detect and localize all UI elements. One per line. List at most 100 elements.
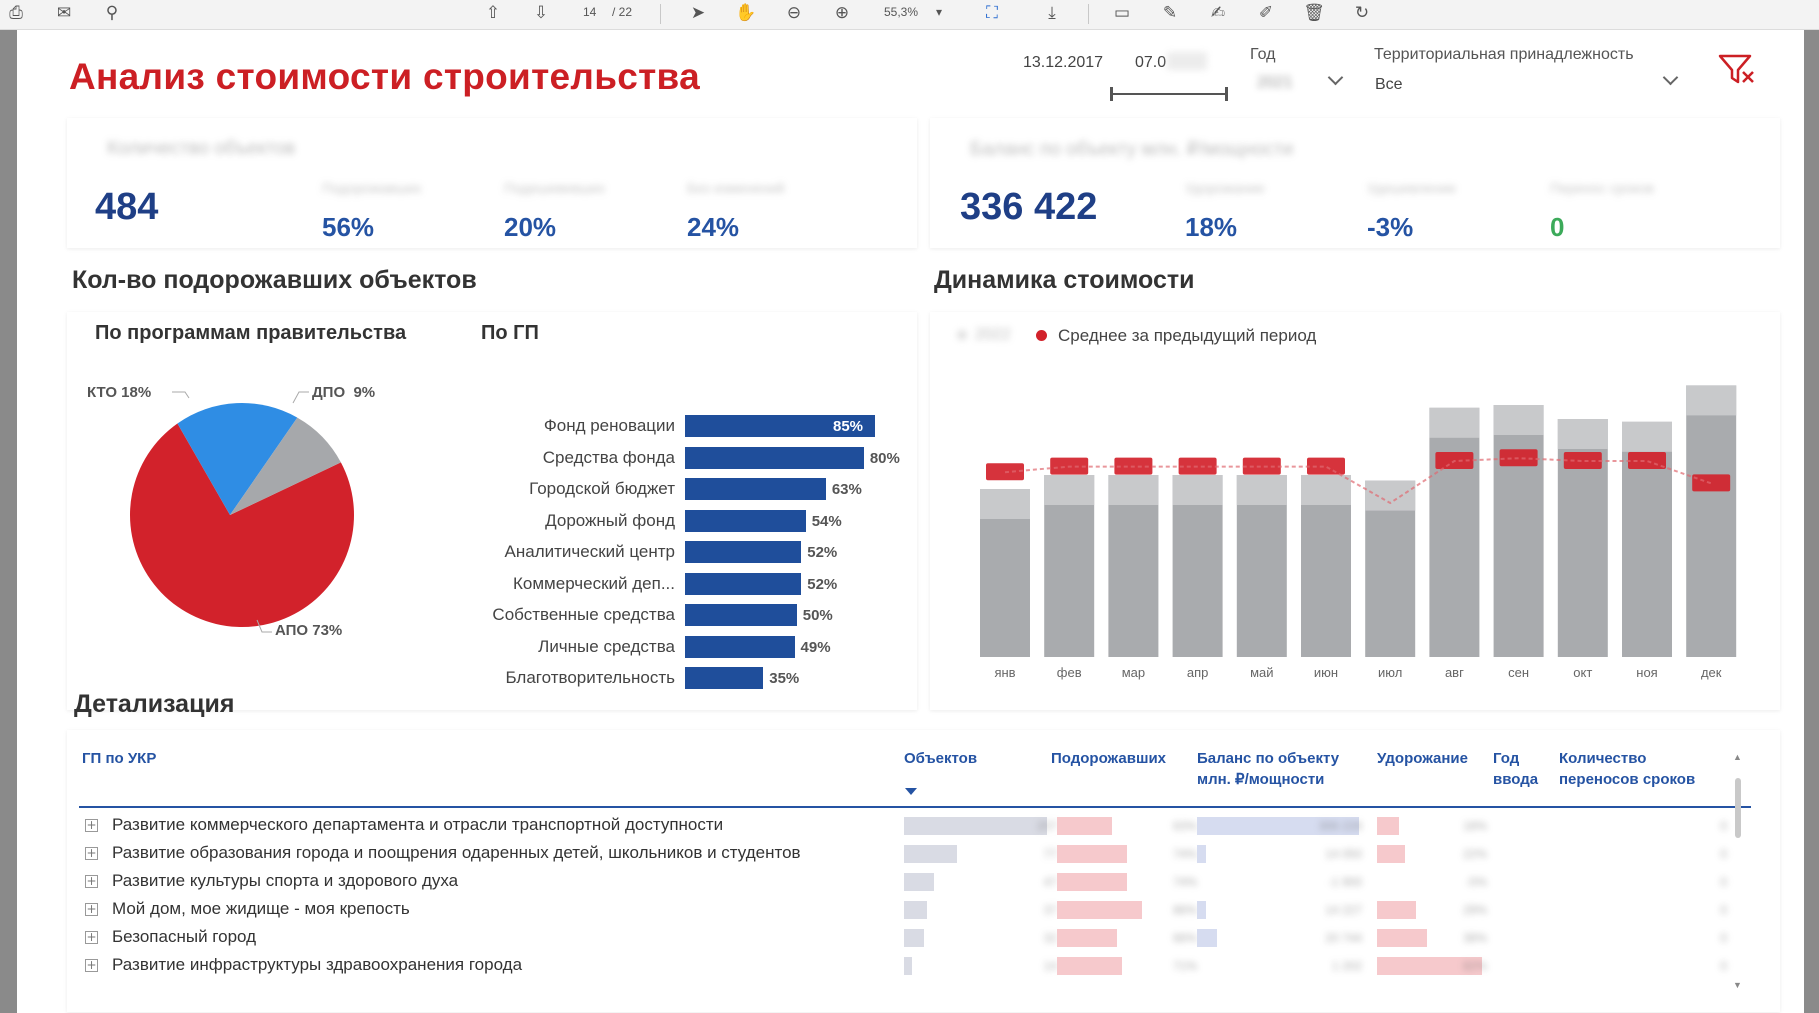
month-bar[interactable] xyxy=(1493,405,1544,657)
edit-icon[interactable]: ✐ xyxy=(1254,2,1278,24)
fit-icon[interactable]: ⛶ xyxy=(980,2,1004,24)
bar[interactable] xyxy=(685,478,826,500)
zoom-dropdown-icon[interactable]: ▾ xyxy=(936,5,942,19)
scroll-down-icon[interactable]: ▼ xyxy=(1733,980,1742,990)
table-row-label[interactable]: Развитие инфраструктуры здравоохранения … xyxy=(112,955,522,975)
month-bar-cap xyxy=(1557,419,1608,449)
col-header-increase[interactable]: Удорожание xyxy=(1377,748,1468,769)
expand-row-icon[interactable]: + xyxy=(85,875,98,888)
rising-databar xyxy=(1057,929,1117,947)
table-row-label[interactable]: Развитие образования города и поощрения … xyxy=(112,843,801,863)
date-slider-handle-left[interactable] xyxy=(1110,87,1113,101)
expand-row-icon[interactable]: + xyxy=(85,931,98,944)
date-slider-handle-right[interactable] xyxy=(1225,87,1228,101)
month-bar-cap xyxy=(1108,475,1159,505)
search-icon[interactable]: ⚲ xyxy=(100,2,124,24)
x-tick-label: июл xyxy=(1378,665,1402,680)
increase-value: 38% xyxy=(1462,931,1487,945)
expand-row-icon[interactable]: + xyxy=(85,819,98,832)
mail-icon[interactable]: ✉ xyxy=(52,2,76,24)
rising-databar xyxy=(1057,957,1122,975)
objects-databar xyxy=(904,957,912,975)
table-row-label[interactable]: Развитие коммерческого департамента и от… xyxy=(112,815,723,835)
bar-value-label: 85% xyxy=(833,418,864,435)
viewer-scrollbar[interactable] xyxy=(1804,30,1819,1013)
bar-category-label: Городской бюджет xyxy=(529,479,675,498)
col-header-objects[interactable]: Объектов xyxy=(904,748,977,769)
x-tick-label: май xyxy=(1250,665,1273,680)
trash-icon[interactable]: 🗑 xyxy=(1302,2,1326,24)
rotate-icon[interactable]: ↻ xyxy=(1350,2,1374,24)
month-bar-cap xyxy=(1044,475,1095,505)
x-tick-label: окт xyxy=(1573,665,1592,680)
col-header-gp[interactable]: ГП по УКР xyxy=(82,748,156,769)
x-tick-label: мар xyxy=(1122,665,1145,680)
table-row-label[interactable]: Мой дом, мое жидище - моя крепость xyxy=(112,899,410,919)
month-bar-cap xyxy=(1301,475,1351,505)
col-header-year[interactable]: Год ввода xyxy=(1493,748,1551,790)
table-row-label[interactable]: Безопасный город xyxy=(112,927,256,947)
hand-icon[interactable]: ✋ xyxy=(734,2,758,24)
rising-value: 86% xyxy=(1172,903,1197,917)
x-tick-label: ноя xyxy=(1636,665,1657,680)
balance-value: -1 900 xyxy=(1327,875,1362,889)
date-range-slider[interactable] xyxy=(1111,93,1227,95)
col-header-balance[interactable]: Баланс по объекту млн. ₽/мощности xyxy=(1197,748,1367,790)
table-row-label[interactable]: Развитие культуры спорта и здорового дух… xyxy=(112,871,458,891)
page-current[interactable]: 14 xyxy=(583,5,596,19)
col-header-transfers[interactable]: Количество переносов сроков xyxy=(1559,748,1729,790)
rising-databar xyxy=(1057,901,1142,919)
objects-value: 77 xyxy=(1043,847,1057,861)
col-header-rising[interactable]: Подорожавших xyxy=(1051,748,1166,769)
month-bar[interactable] xyxy=(1429,407,1480,657)
scroll-up-icon[interactable]: ▲ xyxy=(1733,752,1742,762)
territory-label: Территориальная принадлежность xyxy=(1374,46,1634,63)
date-to[interactable]: 07.0 xyxy=(1135,54,1166,72)
bar[interactable] xyxy=(685,604,797,626)
month-bar[interactable] xyxy=(1686,385,1737,657)
x-tick-label: апр xyxy=(1187,665,1209,680)
toolbar-divider xyxy=(660,4,661,24)
sort-desc-icon[interactable] xyxy=(905,788,917,795)
month-bar-cap xyxy=(1236,475,1287,505)
bar[interactable] xyxy=(685,667,764,689)
zoom-in-icon[interactable]: ⊕ xyxy=(830,2,854,24)
pen-icon[interactable]: ✎ xyxy=(1158,2,1182,24)
bar[interactable] xyxy=(685,635,795,658)
territory-value[interactable]: Все xyxy=(1375,76,1403,94)
table-scrollbar[interactable] xyxy=(1735,778,1741,838)
rising-value: 74% xyxy=(1172,847,1197,861)
expand-row-icon[interactable]: + xyxy=(85,847,98,860)
cost-dynamics-chart[interactable]: янв фев мар апр май июн июл авг сен окт ноя дек xyxy=(930,312,1780,710)
rising-value: 71% xyxy=(1172,959,1197,973)
print-icon[interactable]: ⎙ xyxy=(4,2,28,24)
expand-row-icon[interactable]: + xyxy=(85,903,98,916)
comment-icon[interactable]: ▭ xyxy=(1110,2,1134,24)
expand-row-icon[interactable]: + xyxy=(85,959,98,972)
bar[interactable] xyxy=(685,541,802,563)
zoom-out-icon[interactable]: ⊖ xyxy=(782,2,806,24)
year-value[interactable]: 2021 xyxy=(1257,74,1293,92)
territory-chevron-down-icon[interactable] xyxy=(1662,69,1679,86)
sign-icon[interactable]: ✍ xyxy=(1206,2,1230,24)
bar[interactable] xyxy=(685,446,864,469)
download-icon[interactable]: ⤓ xyxy=(1040,2,1064,24)
year-chevron-down-icon[interactable] xyxy=(1327,69,1344,86)
pdf-toolbar: ⎙ ✉ ⚲ ⇧ ⇩ 14 / 22 ➤ ✋ ⊖ ⊕ 55,3% ▾ ⛶ ⤓ ▭ … xyxy=(0,0,1819,30)
clear-filter-icon[interactable] xyxy=(1717,52,1757,88)
increase-value: 29% xyxy=(1462,903,1487,917)
bar-category-label: Личные средства xyxy=(538,636,675,656)
date-from[interactable]: 13.12.2017 xyxy=(1023,54,1103,72)
objects-value: 32 xyxy=(1043,931,1057,945)
kpi-card-balance: Баланс по объекту млн. ₽/мощности 336 42… xyxy=(930,118,1780,248)
objects-value: 47 xyxy=(1043,875,1057,889)
bar[interactable] xyxy=(685,509,806,532)
rising-databar xyxy=(1057,845,1127,863)
previous-period-marker xyxy=(1307,457,1345,475)
bar[interactable] xyxy=(685,572,802,595)
zoom-level[interactable]: 55,3% xyxy=(884,5,918,19)
pointer-icon[interactable]: ➤ xyxy=(686,2,710,24)
arrow-up-icon[interactable]: ⇧ xyxy=(481,2,505,24)
balance-databar xyxy=(1197,929,1218,947)
arrow-down-icon[interactable]: ⇩ xyxy=(529,2,553,24)
